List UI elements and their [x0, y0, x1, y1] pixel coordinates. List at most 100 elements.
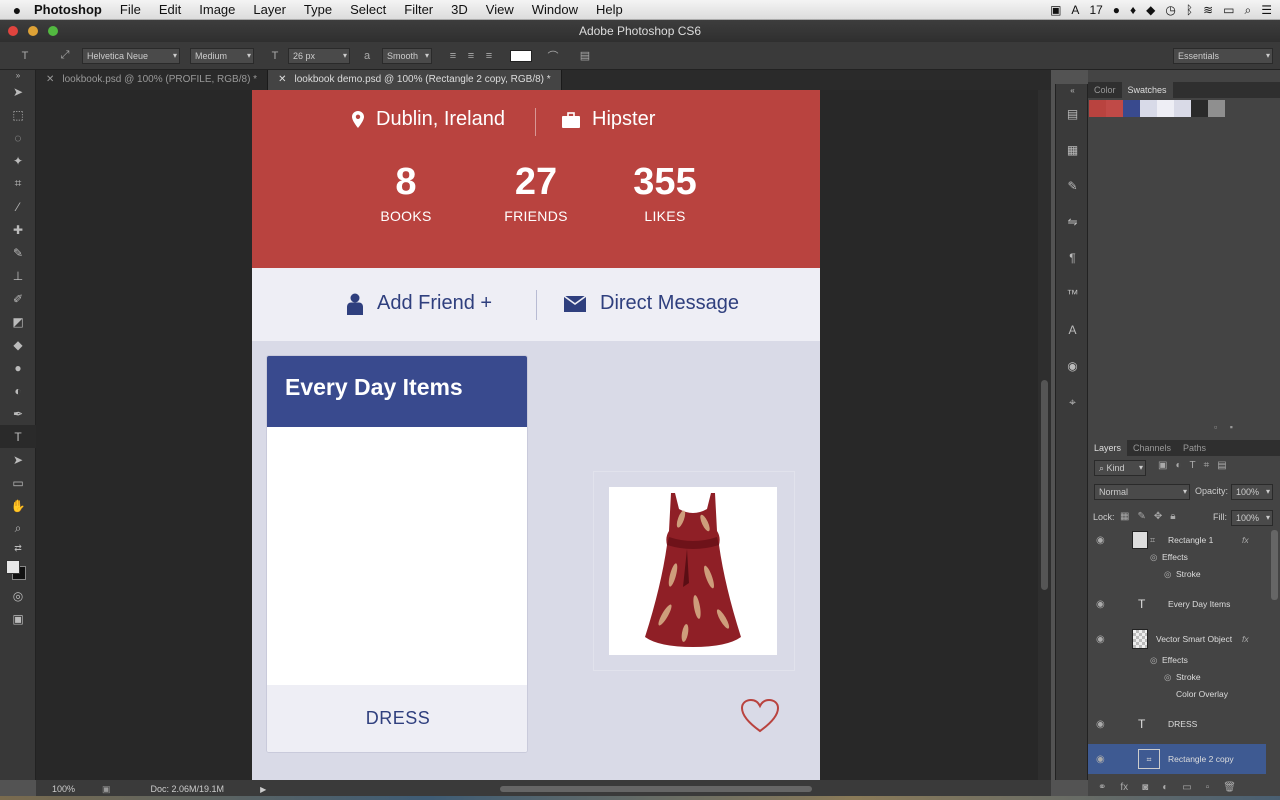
dodge-tool-icon[interactable]: ◐ [0, 379, 36, 402]
zoom-tool-icon[interactable]: ⌕ [0, 517, 36, 540]
paint-bucket-icon[interactable]: ◆ [0, 333, 36, 356]
swatch-dark[interactable] [1191, 100, 1208, 117]
direct-message-button[interactable]: Direct Message [564, 292, 739, 315]
visibility-eye-icon[interactable]: ◉ [1096, 634, 1105, 645]
tab-color[interactable]: Color [1088, 82, 1122, 98]
effect-eye-icon[interactable]: ◎ [1164, 569, 1171, 580]
zoom-level[interactable]: 100% [52, 784, 92, 794]
menu-filter[interactable]: Filter [404, 2, 433, 17]
menu-help[interactable]: Help [596, 2, 623, 17]
tab-swatches[interactable]: Swatches [1121, 82, 1173, 98]
brush-tool-icon[interactable]: ✎ [0, 241, 36, 264]
swatch-lavender[interactable] [1140, 100, 1157, 117]
color-chips[interactable] [0, 556, 36, 584]
clock-icon[interactable]: ◷ [1165, 3, 1175, 17]
type-tool-button[interactable]: T [0, 425, 36, 448]
menu-view[interactable]: View [486, 2, 514, 17]
bluetooth-icon[interactable]: ᛒ [1186, 3, 1193, 17]
tab-lookbook-demo[interactable]: ✕ lookbook demo.psd @ 100% (Rectangle 2 c… [268, 70, 562, 90]
adjustments-panel-icon[interactable]: ⇋ [1056, 204, 1089, 240]
filter-adjustment-icon[interactable]: ◐ [1175, 460, 1181, 471]
healing-brush-icon[interactable]: ✚ [0, 218, 36, 241]
menu-window[interactable]: Window [532, 2, 578, 17]
warp-text-icon[interactable]: ⌒ [544, 47, 562, 65]
effects-eye-icon[interactable]: ◎ [1150, 552, 1157, 563]
align-left-icon[interactable]: ≡ [444, 47, 462, 65]
delete-swatch-icon[interactable]: ▪ [1230, 422, 1233, 432]
close-window-button[interactable] [8, 26, 18, 36]
vertical-scrollbar[interactable] [1038, 90, 1051, 780]
filter-pixel-icon[interactable]: ▣ [1158, 460, 1167, 471]
heart-icon[interactable] [740, 698, 780, 734]
path-select-icon[interactable]: ➤ [0, 448, 36, 471]
swatch-light-2[interactable] [1174, 100, 1191, 117]
vertical-scroll-thumb[interactable] [1041, 380, 1048, 590]
layer-effects-row[interactable]: ◎ Effects [1088, 651, 1268, 669]
menu-file[interactable]: File [120, 2, 141, 17]
info-panel-icon[interactable]: ◉ [1056, 348, 1089, 384]
filter-shape-icon[interactable]: ⌗ [1204, 460, 1210, 471]
add-style-icon[interactable]: fx [1120, 782, 1128, 793]
screen-icon[interactable]: ▣ [1050, 3, 1061, 17]
wifi-icon[interactable]: ≋ [1203, 3, 1213, 17]
lasso-tool-icon[interactable]: ◌ [0, 126, 36, 149]
font-style-select[interactable]: Medium [190, 47, 254, 64]
filter-smart-icon[interactable]: ▤ [1217, 460, 1226, 471]
menu-layer[interactable]: Layer [253, 2, 286, 17]
adobe-icon[interactable]: A [1071, 3, 1079, 17]
tab-paths[interactable]: Paths [1177, 440, 1212, 456]
document-canvas[interactable]: Dublin, Ireland Hipster 8 BOOKS 27 FRIEN… [252, 90, 820, 780]
hand-tool-icon[interactable]: ✋ [0, 494, 36, 517]
close-tab-icon[interactable]: ✕ [46, 74, 54, 85]
effect-eye-icon[interactable]: ◎ [1164, 672, 1171, 683]
minimize-window-button[interactable] [28, 26, 38, 36]
menu-3d[interactable]: 3D [451, 2, 468, 17]
list-icon[interactable]: ☰ [1261, 3, 1272, 17]
new-layer-icon[interactable]: ▫ [1206, 782, 1210, 793]
lock-all-icon[interactable]: 🔒︎ [1170, 511, 1175, 522]
tab-channels[interactable]: Channels [1127, 440, 1177, 456]
fx-icon[interactable]: fx [1242, 634, 1249, 644]
character-panel-icon[interactable]: ▤ [576, 47, 594, 65]
search-icon[interactable]: ⌕ [1245, 3, 1252, 18]
eraser-icon[interactable]: ◩ [0, 310, 36, 333]
zoom-window-button[interactable] [48, 26, 58, 36]
paragraph-panel-icon[interactable]: ¶ [1056, 240, 1089, 276]
status-icon[interactable]: ▣ [102, 784, 111, 795]
add-mask-icon[interactable]: ◙ [1142, 782, 1148, 793]
add-friend-button[interactable]: Add Friend + [347, 292, 492, 315]
glyphs-panel-icon[interactable]: ™ [1056, 276, 1089, 312]
blur-tool-icon[interactable]: ● [0, 356, 36, 379]
status-menu-arrow-icon[interactable]: ▶ [260, 785, 266, 794]
align-center-icon[interactable]: ≡ [462, 47, 480, 65]
history-panel-icon[interactable]: ▤ [1056, 96, 1089, 132]
app-menu[interactable]: Photoshop [34, 2, 102, 17]
foreground-color-chip[interactable] [6, 560, 20, 574]
visibility-eye-icon[interactable]: ◉ [1096, 754, 1105, 765]
link-layers-icon[interactable]: ⚭ [1098, 782, 1106, 793]
visibility-eye-icon[interactable]: ◉ [1096, 719, 1105, 730]
shape-tool-icon[interactable]: ▭ [0, 471, 36, 494]
character-panel-icon[interactable]: A [1056, 312, 1089, 348]
layer-row[interactable]: ◉ T DRESS [1088, 712, 1268, 736]
canvas-area[interactable]: Dublin, Ireland Hipster 8 BOOKS 27 FRIEN… [36, 90, 1051, 780]
dropbox-icon[interactable]: ◆ [1146, 3, 1155, 17]
stamp-tool-icon[interactable]: ⊥ [0, 264, 36, 287]
layers-scrollbar[interactable] [1271, 530, 1278, 600]
menu-image[interactable]: Image [199, 2, 235, 17]
lock-transparent-icon[interactable]: ▦ [1120, 511, 1129, 522]
font-size-select[interactable]: 26 px [288, 47, 350, 64]
move-tool-icon[interactable]: ➤ [0, 80, 36, 103]
menu-select[interactable]: Select [350, 2, 386, 17]
tab-layers[interactable]: Layers [1088, 440, 1128, 456]
lock-pixels-icon[interactable]: ✎ [1137, 511, 1145, 522]
menu-edit[interactable]: Edit [159, 2, 181, 17]
bell-icon[interactable]: ♦ [1130, 3, 1136, 17]
lock-position-icon[interactable]: ✥ [1154, 511, 1162, 522]
filter-type-icon[interactable]: T [1190, 460, 1196, 471]
layer-effect-row[interactable]: ◎ Stroke [1088, 565, 1268, 583]
fill-field[interactable]: 100% [1231, 510, 1273, 526]
text-color-swatch[interactable] [510, 49, 532, 62]
swatch-light[interactable] [1157, 100, 1174, 117]
swatch-red-2[interactable] [1106, 100, 1123, 117]
